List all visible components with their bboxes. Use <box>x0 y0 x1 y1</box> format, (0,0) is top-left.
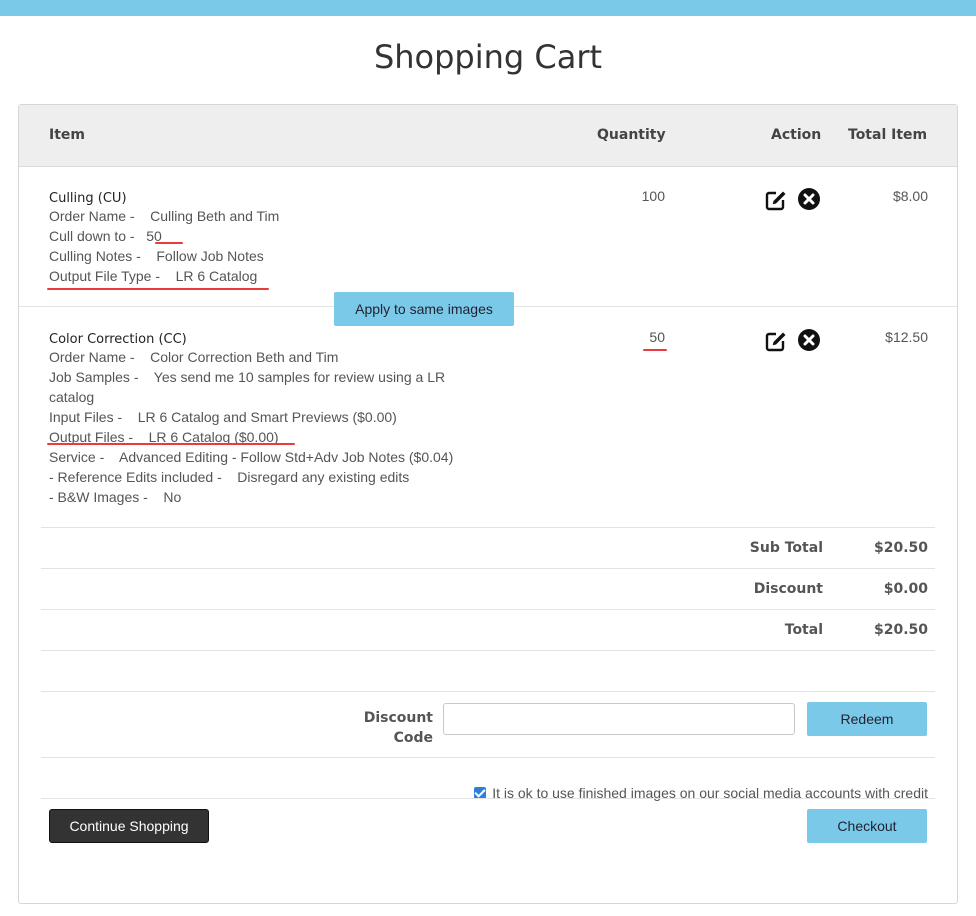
item-detail-line: Output File Type - LR 6 Catalog <box>49 268 258 284</box>
annotation-underline <box>155 242 183 244</box>
item-total: $12.50 <box>885 329 928 345</box>
row-divider <box>41 798 935 799</box>
row-divider <box>41 650 935 651</box>
row-divider <box>41 609 935 610</box>
continue-shopping-button[interactable]: Continue Shopping <box>49 809 209 843</box>
cart-panel: Item Quantity Action Total Item Culling … <box>18 104 958 904</box>
redeem-button[interactable]: Redeem <box>807 702 927 736</box>
header-quantity: Quantity <box>597 127 666 143</box>
total-label: Total <box>784 622 823 638</box>
item-title: Color Correction (CC) <box>49 332 187 347</box>
item-detail-line: Order Name - Culling Beth and Tim <box>49 208 280 224</box>
discount-code-label-line: Discount <box>363 710 433 726</box>
subtotal-label: Sub Total <box>749 540 823 556</box>
row-divider <box>41 757 935 758</box>
apply-to-same-images-button[interactable]: Apply to same images <box>334 292 514 326</box>
remove-icon[interactable] <box>797 328 821 352</box>
cart-table-header: Item Quantity Action Total Item <box>19 105 957 167</box>
item-total: $8.00 <box>892 188 928 204</box>
row-divider <box>41 527 935 528</box>
item-detail-line: - Reference Edits included - Disregard a… <box>49 469 410 485</box>
edit-icon[interactable] <box>764 189 788 213</box>
item-detail-line: Service - Advanced Editing - Follow Std+… <box>49 449 454 465</box>
header-total-item: Total Item <box>848 127 928 143</box>
annotation-underline <box>643 349 667 351</box>
item-detail-line: Culling Notes - Follow Job Notes <box>49 248 264 264</box>
discount-code-label-line: Code <box>393 730 433 746</box>
total-value: $20.50 <box>873 622 928 638</box>
item-quantity: 50 <box>649 329 665 345</box>
header-item: Item <box>49 127 85 143</box>
item-detail-line: - B&W Images - No <box>49 489 182 505</box>
edit-icon[interactable] <box>764 330 788 354</box>
row-divider <box>41 568 935 569</box>
header-action: Action <box>771 127 822 143</box>
annotation-underline <box>47 443 295 445</box>
item-title: Culling (CU) <box>49 191 127 206</box>
remove-icon[interactable] <box>797 187 821 211</box>
discount-value: $0.00 <box>883 581 928 597</box>
item-detail-line: Job Samples - Yes send me 10 samples for… <box>49 369 446 385</box>
item-detail-line: Input Files - LR 6 Catalog and Smart Pre… <box>49 409 397 425</box>
item-quantity: 100 <box>641 188 665 204</box>
discount-label: Discount <box>753 581 823 597</box>
discount-code-input[interactable] <box>443 703 795 735</box>
subtotal-value: $20.50 <box>873 540 928 556</box>
page-title: Shopping Cart <box>373 38 603 76</box>
discount-code-label: Discount Code <box>339 708 433 748</box>
item-detail-line: Order Name - Color Correction Beth and T… <box>49 349 339 365</box>
top-accent-bar <box>0 0 976 16</box>
item-detail-line: catalog <box>49 389 95 405</box>
item-detail-line: Cull down to - 50 <box>49 228 162 244</box>
row-divider <box>41 691 935 692</box>
checkout-button[interactable]: Checkout <box>807 809 927 843</box>
annotation-underline <box>47 288 269 290</box>
